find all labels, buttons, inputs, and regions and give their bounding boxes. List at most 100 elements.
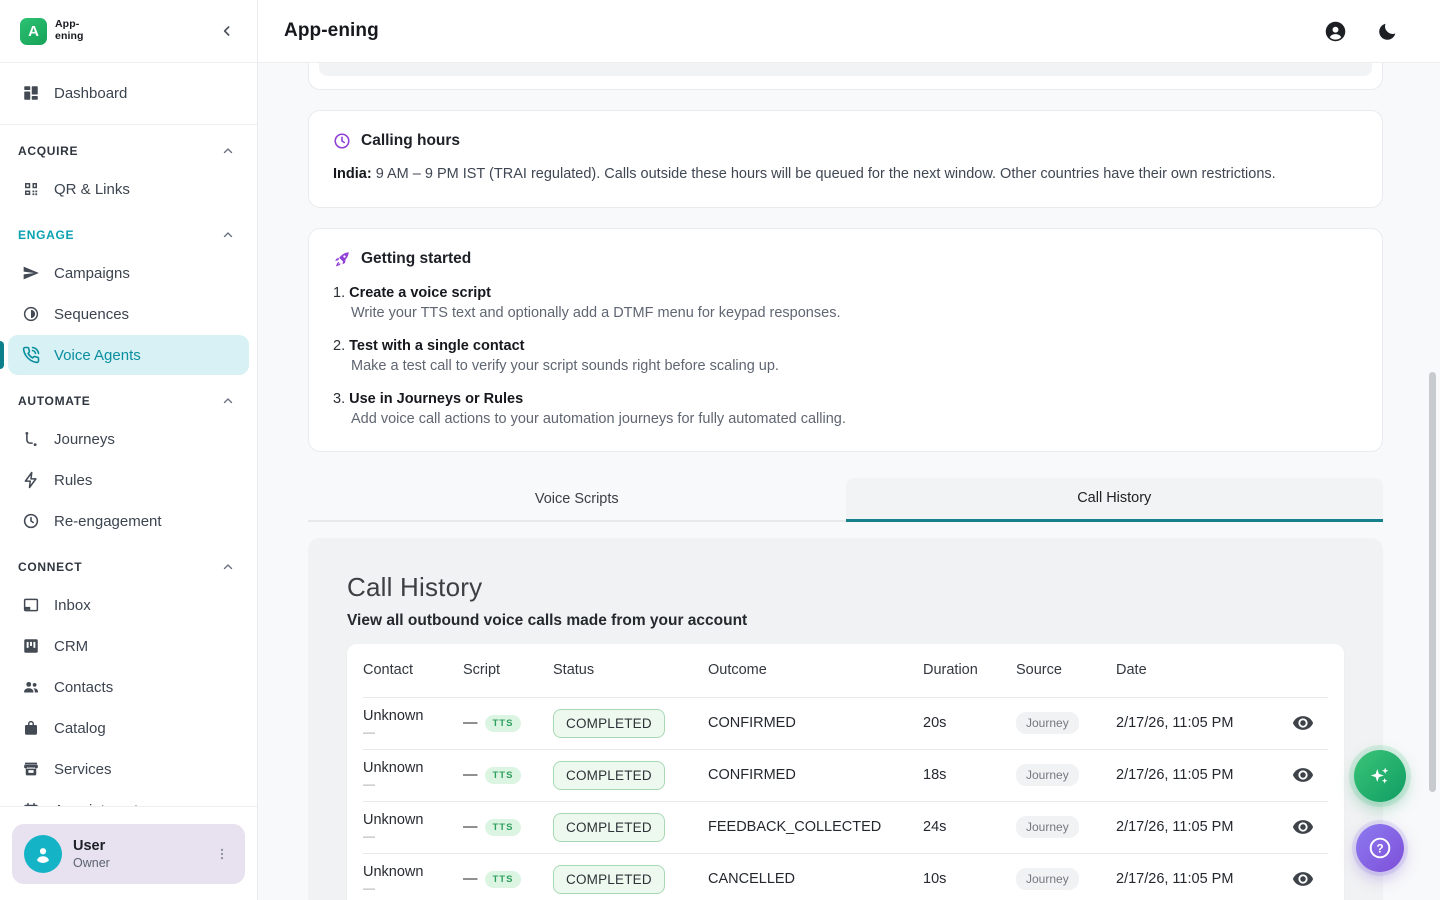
sidebar-header: A App- ening (0, 0, 257, 63)
view-call-button[interactable] (1289, 813, 1317, 841)
contact-cell: Unknown — (363, 760, 463, 791)
step-item: 1.Create a voice script Write your TTS t… (333, 285, 1358, 321)
sidebar-item-dashboard[interactable]: Dashboard (8, 73, 249, 113)
sidebar-nav: Dashboard ACQUIRE QR & Links ENGAGE Camp… (0, 63, 257, 806)
calling-hours-card: Calling hours India: 9 AM – 9 PM IST (TR… (308, 110, 1383, 208)
account-button[interactable] (1322, 18, 1349, 45)
eye-icon (1292, 868, 1314, 890)
user-card[interactable]: User Owner (12, 824, 245, 884)
section-header-acquire[interactable]: ACQUIRE (8, 141, 249, 161)
action-cell (1277, 709, 1328, 737)
brand-logo: A (20, 18, 47, 45)
tts-badge: TTS (485, 871, 522, 888)
calendar-icon (22, 801, 40, 806)
source-badge: Journey (1016, 868, 1079, 890)
getting-started-steps: 1.Create a voice script Write your TTS t… (333, 285, 1358, 427)
sparkles-icon (1367, 763, 1393, 789)
sidebar-item-campaigns[interactable]: Campaigns (8, 253, 249, 293)
sidebar-item-sequences[interactable]: Sequences (8, 294, 249, 334)
view-call-button[interactable] (1289, 709, 1317, 737)
script-cell: — TTS (463, 871, 553, 888)
view-call-button[interactable] (1289, 761, 1317, 789)
eye-icon (1292, 712, 1314, 734)
source-badge: Journey (1016, 816, 1079, 838)
sidebar-item-crm[interactable]: CRM (8, 626, 249, 666)
sidebar-item-appointments[interactable]: Appointments (8, 790, 249, 806)
kanban-board-icon (22, 637, 40, 655)
view-call-button[interactable] (1289, 865, 1317, 893)
status-badge: COMPLETED (553, 761, 665, 790)
sidebar: A App- ening Dashboard ACQUIRE QR & (0, 0, 258, 900)
phone-call-icon (22, 346, 40, 364)
sidebar-item-rules[interactable]: Rules (8, 460, 249, 500)
section-label: ENGAGE (18, 228, 74, 242)
step-title: Test with a single contact (349, 338, 524, 354)
previous-card-inner (319, 63, 1372, 76)
scrollbar-thumb[interactable] (1429, 372, 1436, 792)
section-label: AUTOMATE (18, 394, 91, 408)
status-cell: COMPLETED (553, 865, 708, 894)
sidebar-item-label: Sequences (54, 306, 129, 323)
sidebar-item-journeys[interactable]: Journeys (8, 419, 249, 459)
table-row: Unknown — — TTS COMPLETED C (363, 750, 1328, 802)
status-badge: COMPLETED (553, 813, 665, 842)
action-cell (1277, 865, 1328, 893)
table-row: Unknown — — TTS COMPLETED F (363, 802, 1328, 854)
column-header-source: Source (1016, 662, 1116, 678)
contact-cell: Unknown — (363, 864, 463, 895)
collapse-sidebar-button[interactable] (215, 19, 239, 43)
brand-logo-letter: A (28, 23, 39, 40)
table-header-row: Contact Script Status Outcome Duration S… (363, 644, 1328, 698)
source-badge: Journey (1016, 764, 1079, 786)
section-header-connect[interactable]: CONNECT (8, 557, 249, 577)
sidebar-item-label: Voice Agents (54, 347, 141, 364)
rocket-icon (333, 250, 351, 268)
section-header-engage[interactable]: ENGAGE (8, 225, 249, 245)
tab-call-history[interactable]: Call History (846, 478, 1384, 522)
step-item: 3.Use in Journeys or Rules Add voice cal… (333, 391, 1358, 427)
send-icon (22, 264, 40, 282)
sidebar-item-qr-links[interactable]: QR & Links (8, 169, 249, 209)
user-menu-button[interactable] (209, 840, 235, 868)
avatar (24, 835, 62, 873)
sidebar-item-label: Contacts (54, 679, 113, 696)
date-cell: 2/17/26, 11:05 PM (1116, 715, 1277, 731)
user-name: User (73, 838, 110, 854)
calling-hours-title: Calling hours (361, 132, 460, 150)
table-row: Unknown — — TTS COMPLETED C (363, 854, 1328, 900)
status-badge: COMPLETED (553, 865, 665, 894)
sidebar-item-services[interactable]: Services (8, 749, 249, 789)
date-cell: 2/17/26, 11:05 PM (1116, 767, 1277, 783)
column-header-outcome: Outcome (708, 662, 923, 678)
divider (0, 124, 257, 125)
section-header-automate[interactable]: AUTOMATE (8, 391, 249, 411)
sidebar-item-voice-agents[interactable]: Voice Agents (8, 335, 249, 375)
qr-code-icon (22, 180, 40, 198)
calling-hours-text: India: 9 AM – 9 PM IST (TRAI regulated).… (333, 165, 1358, 185)
sidebar-item-inbox[interactable]: Inbox (8, 585, 249, 625)
sidebar-item-label: Inbox (54, 597, 91, 614)
sidebar-item-re-engagement[interactable]: Re-engagement (8, 501, 249, 541)
kebab-icon (215, 846, 229, 862)
sidebar-item-catalog[interactable]: Catalog (8, 708, 249, 748)
tts-badge: TTS (485, 767, 522, 784)
clock-icon (22, 512, 40, 530)
lightning-icon (22, 471, 40, 489)
sidebar-item-label: QR & Links (54, 181, 130, 198)
ai-assistant-fab[interactable] (1354, 750, 1406, 802)
table-row: Unknown — — TTS COMPLETED C (363, 698, 1328, 750)
step-desc: Make a test call to verify your script s… (351, 358, 1358, 374)
tts-badge: TTS (485, 715, 522, 732)
outcome-cell: CANCELLED (708, 871, 923, 887)
dark-mode-toggle[interactable] (1375, 19, 1400, 44)
sidebar-item-contacts[interactable]: Contacts (8, 667, 249, 707)
section-label: ACQUIRE (18, 144, 78, 158)
script-cell: — TTS (463, 715, 553, 732)
svg-text:?: ? (1376, 841, 1383, 855)
help-fab[interactable]: ? (1356, 824, 1404, 872)
step-item: 2.Test with a single contact Make a test… (333, 338, 1358, 374)
tab-voice-scripts[interactable]: Voice Scripts (308, 478, 846, 522)
storefront-icon (22, 760, 40, 778)
outcome-cell: FEEDBACK_COLLECTED (708, 819, 923, 835)
eye-icon (1292, 816, 1314, 838)
